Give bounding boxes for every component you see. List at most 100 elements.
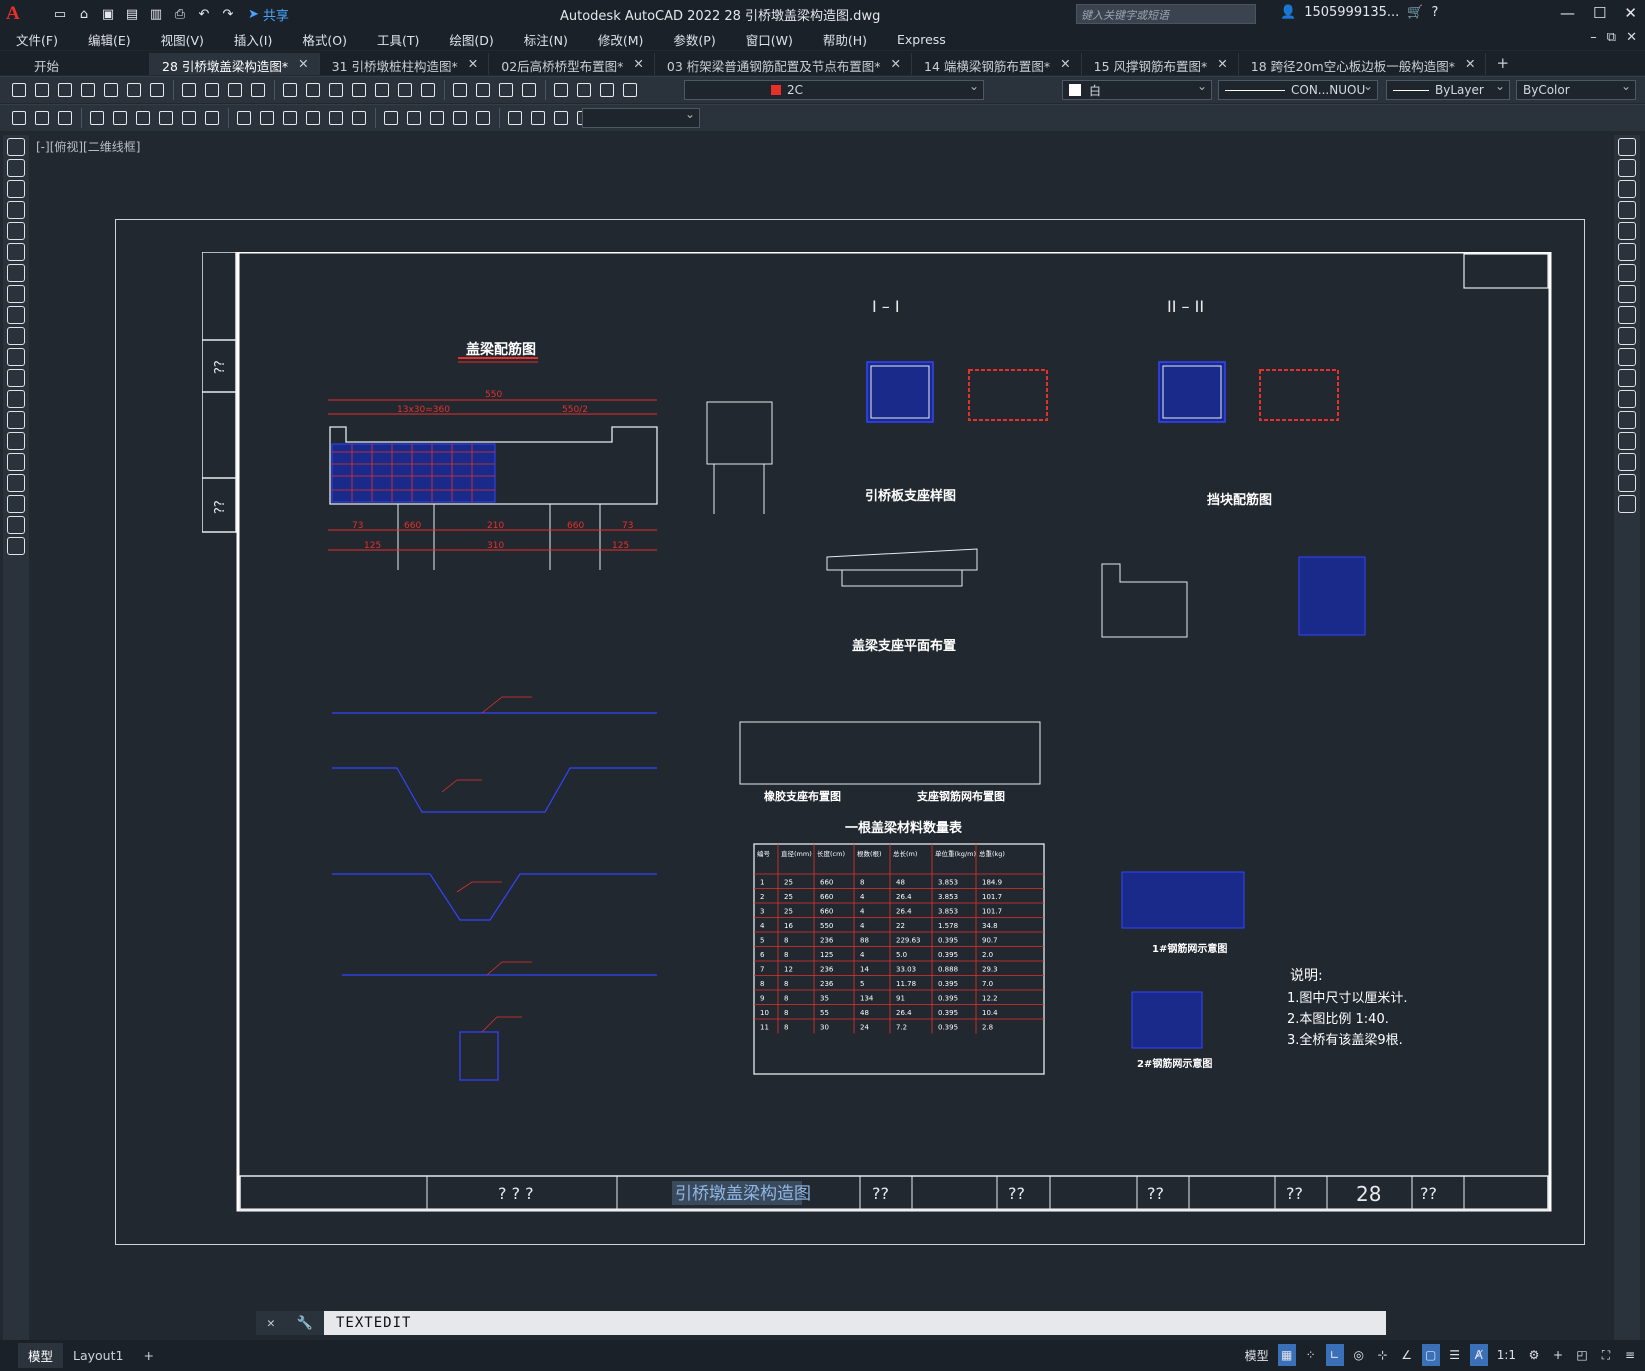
palette-tool-icon[interactable] — [1618, 369, 1636, 387]
palette-tool-icon[interactable] — [7, 243, 25, 261]
menu-modify[interactable]: 修改(M) — [582, 30, 658, 49]
toolbar-tool-icon[interactable] — [224, 79, 246, 101]
text-style-dropdown[interactable] — [582, 107, 700, 128]
toolbar-tool-icon[interactable] — [371, 79, 393, 101]
toolbar-tool-icon[interactable] — [31, 79, 53, 101]
palette-tool-icon[interactable] — [1618, 495, 1636, 513]
doc-restore-icon[interactable]: ⧉ — [1607, 30, 1616, 45]
tab-02[interactable]: 02后高桥桥型布置图* ✕ — [489, 53, 655, 75]
toolbar-tool-icon[interactable] — [86, 107, 108, 129]
palette-tool-icon[interactable] — [7, 306, 25, 324]
layer-dropdown[interactable]: 2C — [684, 79, 984, 100]
tab-close-icon[interactable]: ✕ — [1465, 56, 1475, 75]
search-input[interactable]: 键入关键字或短语 — [1076, 4, 1256, 24]
annotation-icon[interactable]: Ⱥ — [1469, 1344, 1488, 1366]
tab-close-icon[interactable]: ✕ — [891, 56, 901, 75]
toolbar-tool-icon[interactable] — [54, 79, 76, 101]
toolbar-tool-icon[interactable] — [178, 79, 200, 101]
saveas-icon[interactable]: ▤ — [122, 4, 142, 24]
toolbar-tool-icon[interactable] — [573, 79, 595, 101]
tab-layout1[interactable]: Layout1 — [63, 1345, 133, 1366]
palette-tool-icon[interactable] — [1618, 243, 1636, 261]
close-icon[interactable]: ✕ — [267, 1316, 275, 1331]
menu-icon[interactable]: ≡ — [1621, 1344, 1639, 1366]
palette-tool-icon[interactable] — [1618, 474, 1636, 492]
toolbar-tool-icon[interactable] — [348, 107, 370, 129]
tab-model[interactable]: 模型 — [18, 1343, 64, 1368]
tab-03[interactable]: 03 桁架梁普通钢筋配置及节点布置图* ✕ — [655, 53, 913, 75]
palette-tool-icon[interactable] — [7, 201, 25, 219]
toolbar-tool-icon[interactable] — [302, 107, 324, 129]
plot-icon[interactable]: ⎙ — [170, 4, 190, 24]
palette-tool-icon[interactable] — [1618, 285, 1636, 303]
palette-tool-icon[interactable] — [7, 411, 25, 429]
toolbar-tool-icon[interactable] — [426, 107, 448, 129]
lineweight-dropdown[interactable]: ByLayer — [1386, 79, 1510, 100]
toolbar-tool-icon[interactable] — [132, 107, 154, 129]
palette-tool-icon[interactable] — [7, 474, 25, 492]
palette-tool-icon[interactable] — [1618, 159, 1636, 177]
toolbar-tool-icon[interactable] — [472, 79, 494, 101]
menu-dimension[interactable]: 标注(N) — [508, 30, 582, 49]
palette-tool-icon[interactable] — [7, 495, 25, 513]
palette-tool-icon[interactable] — [1618, 222, 1636, 240]
toolbar-tool-icon[interactable] — [596, 79, 618, 101]
wrench-icon[interactable]: 🔧 — [297, 1316, 313, 1331]
minimize-icon[interactable]: — — [1560, 4, 1575, 22]
new-tab-button[interactable]: + — [1486, 51, 1519, 75]
menu-draw[interactable]: 绘图(D) — [433, 30, 507, 49]
palette-tool-icon[interactable] — [7, 453, 25, 471]
plus-icon[interactable]: + — [1549, 1344, 1567, 1366]
menu-insert[interactable]: 插入(I) — [218, 30, 286, 49]
palette-tool-icon[interactable] — [7, 222, 25, 240]
toolbar-tool-icon[interactable] — [233, 107, 255, 129]
toolbar-tool-icon[interactable] — [8, 107, 30, 129]
fullscreen-icon[interactable]: ⛶ — [1597, 1344, 1615, 1366]
tab-close-icon[interactable]: ✕ — [1217, 56, 1227, 75]
doc-minimize-icon[interactable]: – — [1590, 30, 1597, 45]
palette-tool-icon[interactable] — [1618, 390, 1636, 408]
palette-tool-icon[interactable] — [1618, 411, 1636, 429]
tab-15[interactable]: 15 风撑钢筋布置图* ✕ — [1082, 53, 1239, 75]
share-button[interactable]: ➤ 共享 — [248, 5, 289, 24]
toolbar-tool-icon[interactable] — [449, 79, 471, 101]
open-icon[interactable]: ⌂ — [74, 4, 94, 24]
toolbar-tool-icon[interactable] — [302, 79, 324, 101]
new-icon[interactable]: ▭ — [50, 4, 70, 24]
osnap-icon[interactable]: ⊹ — [1374, 1344, 1392, 1366]
help-icon[interactable]: ? — [1431, 5, 1438, 20]
toolbar-tool-icon[interactable] — [31, 107, 53, 129]
model-space-button[interactable]: 模型 — [1242, 1344, 1272, 1366]
menu-tools[interactable]: 工具(T) — [361, 30, 433, 49]
toolbar-tool-icon[interactable] — [550, 79, 572, 101]
menu-file[interactable]: 文件(F) — [0, 30, 72, 49]
palette-tool-icon[interactable] — [7, 369, 25, 387]
menu-view[interactable]: 视图(V) — [145, 30, 218, 49]
toolbar-tool-icon[interactable] — [109, 107, 131, 129]
toolbar-tool-icon[interactable] — [417, 79, 439, 101]
ortho-icon[interactable]: ∟ — [1325, 1344, 1344, 1366]
toolbar-tool-icon[interactable] — [619, 79, 641, 101]
toolbar-tool-icon[interactable] — [527, 107, 549, 129]
add-layout-button[interactable]: + — [133, 1345, 163, 1366]
toolbar-tool-icon[interactable] — [247, 79, 269, 101]
toolbar-tool-icon[interactable] — [380, 107, 402, 129]
menu-window[interactable]: 窗口(W) — [730, 30, 807, 49]
lineweight-icon[interactable]: ☰ — [1446, 1344, 1464, 1366]
palette-tool-icon[interactable] — [1618, 138, 1636, 156]
polar-icon[interactable]: ◎ — [1350, 1344, 1368, 1366]
viewport-label[interactable]: [-][俯视][二维线框] — [36, 138, 140, 155]
gear-icon[interactable]: ⚙ — [1525, 1344, 1543, 1366]
toolbar-tool-icon[interactable] — [178, 107, 200, 129]
palette-tool-icon[interactable] — [7, 390, 25, 408]
menu-express[interactable]: Express — [881, 32, 960, 47]
tab-close-icon[interactable]: ✕ — [298, 56, 308, 75]
palette-tool-icon[interactable] — [7, 516, 25, 534]
toolbar-tool-icon[interactable] — [394, 79, 416, 101]
tab-31[interactable]: 31 引桥墩桩柱构造图* ✕ — [320, 53, 490, 75]
tab-close-icon[interactable]: ✕ — [468, 56, 478, 75]
palette-tool-icon[interactable] — [7, 327, 25, 345]
tab-28[interactable]: 28 引桥墩盖梁构造图* ✕ — [150, 53, 320, 75]
toolbar-tool-icon[interactable] — [279, 107, 301, 129]
toolbar-tool-icon[interactable] — [495, 79, 517, 101]
